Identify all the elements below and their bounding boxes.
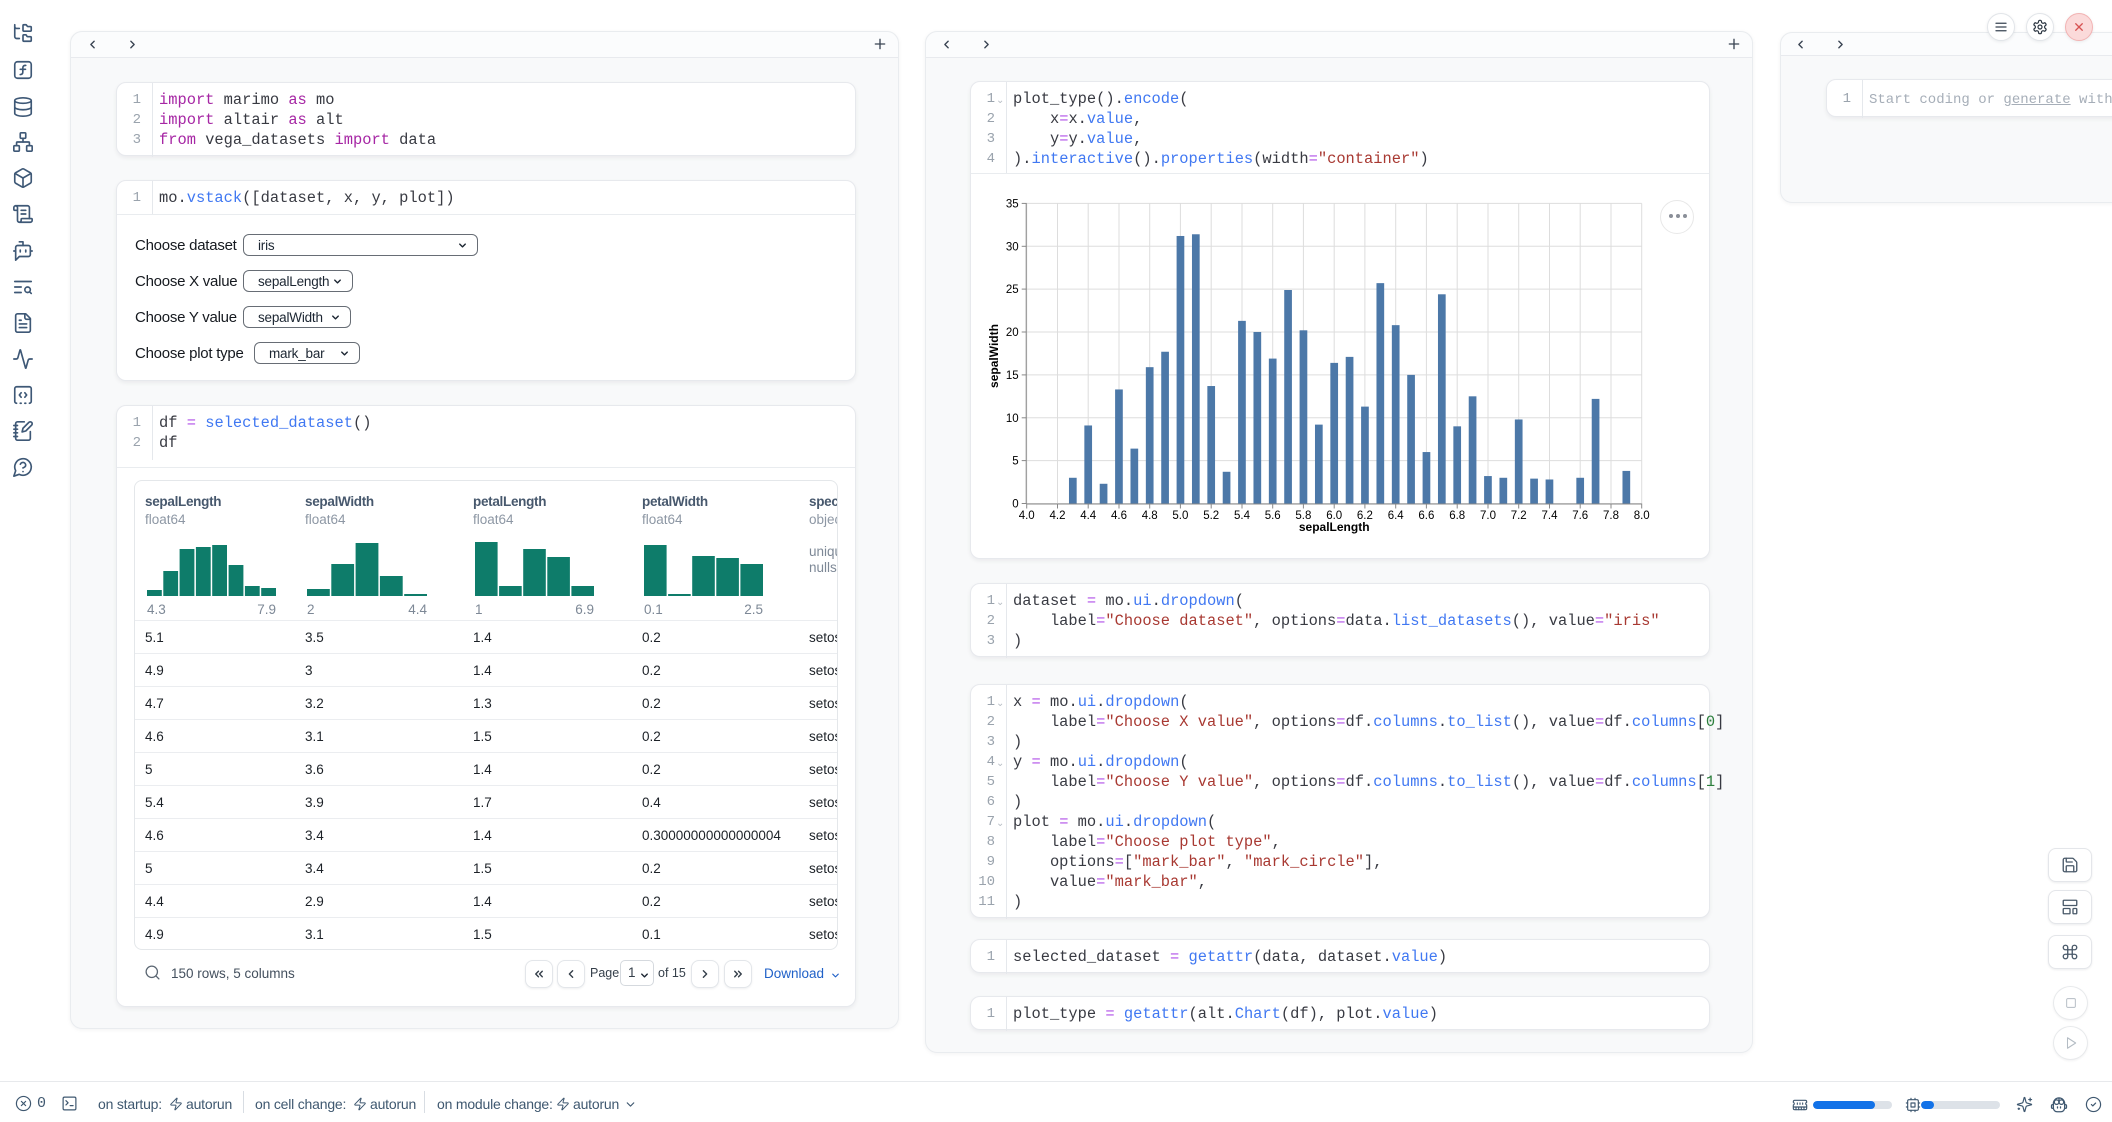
svg-text:10: 10 <box>1006 413 1019 425</box>
svg-text:20: 20 <box>1006 327 1019 339</box>
svg-text:4.2: 4.2 <box>1050 510 1066 522</box>
svg-text:5: 5 <box>1012 456 1018 468</box>
svg-text:4.0: 4.0 <box>1019 510 1035 522</box>
svg-text:0: 0 <box>1012 499 1018 511</box>
svg-text:7.6: 7.6 <box>1572 510 1588 522</box>
svg-text:8.0: 8.0 <box>1634 510 1650 522</box>
svg-text:5.2: 5.2 <box>1203 510 1219 522</box>
svg-text:7.2: 7.2 <box>1511 510 1527 522</box>
svg-text:25: 25 <box>1006 284 1019 296</box>
svg-text:4.6: 4.6 <box>1111 510 1127 522</box>
svg-text:7.4: 7.4 <box>1542 510 1559 522</box>
svg-text:5.0: 5.0 <box>1172 510 1188 522</box>
svg-text:4.4: 4.4 <box>1080 510 1097 522</box>
svg-text:7.0: 7.0 <box>1480 510 1496 522</box>
svg-text:sepalWidth: sepalWidth <box>987 324 1001 388</box>
svg-text:6.6: 6.6 <box>1418 510 1434 522</box>
svg-text:35: 35 <box>1006 198 1019 210</box>
svg-text:6.8: 6.8 <box>1449 510 1465 522</box>
svg-text:30: 30 <box>1006 241 1019 253</box>
svg-text:6.4: 6.4 <box>1388 510 1405 522</box>
svg-text:sepalLength: sepalLength <box>1299 520 1370 534</box>
svg-text:5.4: 5.4 <box>1234 510 1251 522</box>
svg-text:15: 15 <box>1006 370 1019 382</box>
svg-text:4.8: 4.8 <box>1142 510 1158 522</box>
svg-text:5.6: 5.6 <box>1265 510 1281 522</box>
svg-text:7.8: 7.8 <box>1603 510 1619 522</box>
